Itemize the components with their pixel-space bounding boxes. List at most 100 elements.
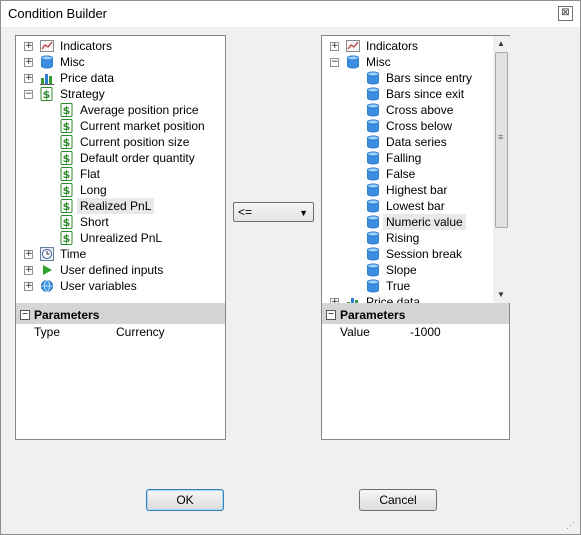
param-value[interactable]: -1000 (409, 324, 509, 341)
tree-item-label: Indicators (366, 39, 419, 53)
database-icon (366, 151, 380, 165)
scroll-down-icon[interactable]: ▼ (497, 290, 505, 299)
svg-text:$: $ (63, 200, 71, 213)
tree-item-label: User defined inputs (60, 263, 164, 277)
expand-icon[interactable]: + (24, 282, 33, 291)
scroll-up-icon[interactable]: ▲ (497, 39, 505, 48)
database-icon (366, 215, 380, 229)
collapse-icon[interactable]: − (330, 58, 339, 67)
tree-item[interactable]: Highest bar (322, 182, 493, 198)
ok-button[interactable]: OK (146, 489, 224, 511)
expand-icon[interactable]: + (330, 42, 339, 51)
params-header-label: Parameters (340, 308, 406, 322)
tree-item-label: Price data (366, 295, 421, 303)
tree-item[interactable]: − Misc (322, 54, 493, 70)
tree-item[interactable]: + Price data (16, 70, 225, 86)
database-icon (366, 87, 380, 101)
tree-item-label: Misc (60, 55, 85, 69)
tree-item[interactable]: $ Unrealized PnL (16, 230, 225, 246)
right-tree-scrollbar[interactable]: ▲ ≡ ▼ (493, 36, 510, 303)
dollar-icon: $ (60, 135, 74, 149)
tree-item[interactable]: Numeric value (322, 214, 493, 230)
dollar-icon: $ (60, 167, 74, 181)
tree-item[interactable]: Session break (322, 246, 493, 262)
expand-icon[interactable]: + (24, 74, 33, 83)
tree-item-label: Highest bar (386, 183, 448, 197)
database-icon (366, 167, 380, 181)
dollar-icon: $ (40, 87, 54, 101)
tree-item[interactable]: $ Current position size (16, 134, 225, 150)
tree-item-label: False (386, 167, 416, 181)
tree-item[interactable]: $ Long (16, 182, 225, 198)
tree-item-label: Falling (386, 151, 422, 165)
param-value[interactable]: Currency (115, 324, 225, 341)
param-key: Value (340, 325, 370, 339)
database-icon (366, 263, 380, 277)
grip-icon: ≡ (498, 132, 504, 142)
collapse-icon[interactable]: − (24, 90, 33, 99)
collapse-icon[interactable]: − (20, 310, 30, 320)
dollar-icon: $ (60, 151, 74, 165)
tree-item[interactable]: Falling (322, 150, 493, 166)
globe-icon (40, 279, 54, 293)
tree-item-label: Short (80, 215, 109, 229)
right-param-row: Value -1000 (322, 324, 509, 341)
tree-item-label: Indicators (60, 39, 113, 53)
tree-item[interactable]: + Indicators (16, 38, 225, 54)
tree-item[interactable]: Cross below (322, 118, 493, 134)
tree-item[interactable]: Slope (322, 262, 493, 278)
tree-item-label: Unrealized PnL (80, 231, 163, 245)
cancel-button[interactable]: Cancel (359, 489, 437, 511)
database-icon (366, 71, 380, 85)
tree-item[interactable]: Cross above (322, 102, 493, 118)
database-icon (366, 135, 380, 149)
tree-item[interactable]: True (322, 278, 493, 294)
tree-item[interactable]: False (322, 166, 493, 182)
tree-item-label: Slope (386, 263, 417, 277)
svg-text:$: $ (63, 168, 71, 181)
tree-item-label: Default order quantity (80, 151, 195, 165)
expand-icon[interactable]: + (24, 266, 33, 275)
tree-item[interactable]: + User variables (16, 278, 225, 294)
window-title: Condition Builder (8, 6, 108, 21)
tree-item[interactable]: Rising (322, 230, 493, 246)
tree-item-label: Session break (386, 247, 463, 261)
tree-item[interactable]: $ Realized PnL (16, 198, 225, 214)
tree-item[interactable]: Bars since exit (322, 86, 493, 102)
tree-item[interactable]: Data series (322, 134, 493, 150)
tree-item[interactable]: − $ Strategy (16, 86, 225, 102)
tree-item[interactable]: $ Average position price (16, 102, 225, 118)
tree-item-label: Misc (366, 55, 391, 69)
collapse-icon[interactable]: − (326, 310, 336, 320)
database-icon (366, 183, 380, 197)
tree-item-label: Flat (80, 167, 101, 181)
tree-item[interactable]: $ Default order quantity (16, 150, 225, 166)
title-bar: Condition Builder ⊠ (1, 1, 580, 27)
tree-item[interactable]: + Price data (322, 294, 493, 303)
tree-item[interactable]: Bars since entry (322, 70, 493, 86)
expand-icon[interactable]: + (24, 58, 33, 67)
expand-icon[interactable]: + (24, 42, 33, 51)
tree-item-label: Bars since exit (386, 87, 465, 101)
tree-item[interactable]: + User defined inputs (16, 262, 225, 278)
tree-item[interactable]: $ Short (16, 214, 225, 230)
resize-grip-icon[interactable]: ⋰ (566, 519, 578, 531)
right-tree: + Indicators − Misc Bars since entry Bars sin… (322, 36, 493, 303)
expand-icon[interactable]: + (24, 250, 33, 259)
tree-item[interactable]: $ Flat (16, 166, 225, 182)
database-icon (40, 55, 54, 69)
chart-line-icon (40, 39, 54, 53)
scroll-thumb[interactable]: ≡ (495, 52, 508, 228)
operator-select[interactable]: <= ▼ (233, 202, 314, 222)
tree-item-label: Cross below (386, 119, 453, 133)
tree-item[interactable]: $ Current market position (16, 118, 225, 134)
database-icon (366, 103, 380, 117)
close-button[interactable]: ⊠ (558, 6, 573, 21)
tree-item-label: Numeric value (383, 214, 466, 230)
tree-item[interactable]: + Misc (16, 54, 225, 70)
tree-item[interactable]: + Time (16, 246, 225, 262)
svg-text:$: $ (63, 136, 71, 149)
tree-item[interactable]: Lowest bar (322, 198, 493, 214)
chevron-down-icon: ▼ (299, 208, 308, 218)
tree-item[interactable]: + Indicators (322, 38, 493, 54)
